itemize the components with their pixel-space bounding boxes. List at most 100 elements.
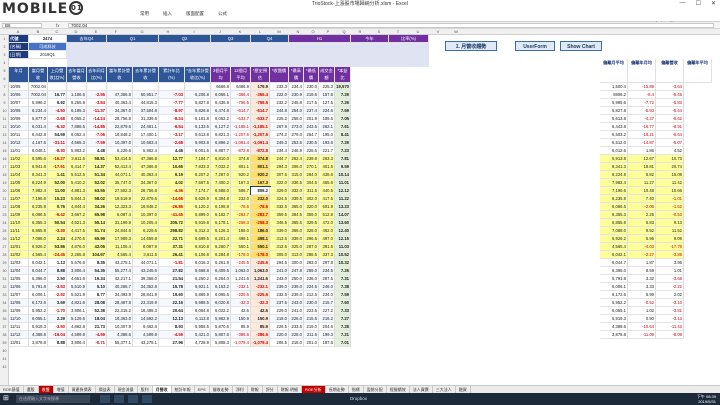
table-cell[interactable]: 6,052.2	[211, 115, 231, 123]
table-cell[interactable]: 230.5	[304, 139, 319, 147]
table-cell[interactable]: 195.0	[319, 131, 335, 139]
table-cell[interactable]: 236.0	[304, 275, 319, 283]
table-cell[interactable]: 5,870.6	[211, 323, 231, 331]
right-table-cell[interactable]: 11.42	[656, 179, 684, 187]
table-cell[interactable]: -2.68	[48, 115, 67, 123]
table-cell[interactable]: -258.3	[251, 219, 270, 227]
row-number[interactable]: 20	[0, 187, 9, 195]
table-cell[interactable]: -366.4	[251, 91, 270, 99]
sheet-tab[interactable]: 三大法人	[433, 386, 456, 393]
right-table-cell[interactable]: 8,341.3	[600, 163, 628, 171]
table-cell[interactable]: 253.5	[289, 139, 304, 147]
table-cell[interactable]: 6,042.1	[29, 259, 48, 267]
row-number[interactable]: 2	[0, 43, 9, 51]
table-cell[interactable]: 6,626.9	[185, 195, 211, 203]
table-cell[interactable]: -245.6	[231, 259, 251, 267]
table-cell[interactable]: 215.7	[319, 299, 335, 307]
table-cell[interactable]: 8.35	[87, 259, 107, 267]
table-cell[interactable]: 11/09	[9, 211, 29, 219]
table-cell[interactable]: 42.05	[87, 243, 107, 251]
table-cell[interactable]: -1,207.6	[251, 131, 270, 139]
table-cell[interactable]: 8,087.9	[133, 243, 159, 251]
table-cell[interactable]: 223.5	[304, 307, 319, 315]
sheet-tab[interactable]: 評分	[263, 386, 278, 393]
minimize-icon[interactable]: —	[680, 0, 686, 7]
table-cell[interactable]: 7,833.3	[185, 163, 211, 171]
table-cell[interactable]: 438.6	[319, 171, 335, 179]
right-table-cell[interactable]: -3.10	[656, 299, 684, 307]
right-table-cell[interactable]: 6.83	[628, 219, 656, 227]
table-cell[interactable]: 7.28	[335, 323, 351, 331]
table-cell[interactable]: 254.7	[304, 131, 319, 139]
right-table-cell[interactable]: 6,855.9	[600, 219, 628, 227]
table-cell[interactable]: 10,307.9	[107, 323, 133, 331]
table-cell[interactable]: 287.5	[319, 275, 335, 283]
table-cell[interactable]: 6,048.1	[29, 147, 48, 155]
table-cell[interactable]: 5,510.9	[67, 283, 87, 291]
table-cell[interactable]: 6,181.8	[185, 115, 211, 123]
table-cell[interactable]: -1,185.1	[231, 123, 251, 131]
table-cell[interactable]	[185, 83, 211, 91]
table-cell[interactable]: 4,599.8	[67, 331, 87, 339]
table-cell[interactable]: 4,388.6	[107, 331, 133, 339]
table-cell[interactable]: 243.0	[289, 299, 304, 307]
table-cell[interactable]: 186.0	[251, 227, 270, 235]
row-number[interactable]: 24	[0, 219, 9, 227]
right-table-cell[interactable]: 5,952.2	[600, 299, 628, 307]
table-cell[interactable]: 19.34	[87, 275, 107, 283]
table-cell[interactable]: 211.5	[304, 331, 319, 339]
right-table-cell[interactable]: 10.73	[656, 155, 684, 163]
table-cell[interactable]: 11/03	[9, 163, 29, 171]
right-table-cell[interactable]: 1.01	[656, 267, 684, 275]
table-cell[interactable]: 6,182.7	[211, 211, 231, 219]
table-cell[interactable]: 6,229.6	[133, 227, 159, 235]
right-table-cell[interactable]: 9.09	[656, 235, 684, 243]
table-cell[interactable]: 12/12	[9, 331, 29, 339]
table-cell[interactable]: 6,201.4	[211, 235, 231, 243]
table-cell[interactable]: 6,234.4	[29, 107, 48, 115]
table-cell[interactable]: 6,055.1	[29, 315, 48, 323]
table-cell[interactable]: 283.0	[304, 259, 319, 267]
table-cell[interactable]: 7,174.7	[185, 187, 211, 195]
table-cell[interactable]: 5,919.3	[29, 323, 48, 331]
table-cell[interactable]: 6,006.1	[29, 291, 48, 299]
table-cell[interactable]: 8.77	[87, 291, 107, 299]
table-cell[interactable]: 6,941.8	[29, 163, 48, 171]
table-cell[interactable]: 167.3	[231, 179, 251, 187]
table-cell[interactable]: 31,339.6	[133, 115, 159, 123]
table-cell[interactable]: 216.2	[319, 315, 335, 323]
table-cell[interactable]: -7.03	[159, 91, 185, 99]
table-cell[interactable]: 498.1	[231, 235, 251, 243]
table-cell[interactable]: 7,888.5	[67, 123, 87, 131]
table-cell[interactable]: 274.2	[270, 131, 289, 139]
table-cell[interactable]: -7.59	[87, 139, 107, 147]
table-cell[interactable]: 17,989.3	[107, 235, 133, 243]
table-cell[interactable]: 6,810.8	[185, 243, 211, 251]
table-cell[interactable]: 5,791.8	[29, 283, 48, 291]
table-cell[interactable]: 179.9	[251, 83, 270, 91]
right-table-cell[interactable]: 6,355.3	[600, 211, 628, 219]
right-table-cell[interactable]: 6,086.5	[600, 203, 628, 211]
table-cell[interactable]: 13.60	[335, 219, 351, 227]
table-cell[interactable]: 1,063.0	[231, 267, 251, 275]
sheet-tab[interactable]: 資產負債表	[69, 386, 96, 393]
table-cell[interactable]: 219.6	[304, 91, 319, 99]
table-cell[interactable]: -1,091.4	[231, 139, 251, 147]
table-cell[interactable]: -258.3	[231, 219, 251, 227]
table-cell[interactable]: -614.7	[231, 107, 251, 115]
right-table-cell[interactable]: -4.03	[628, 243, 656, 251]
table-cell[interactable]: 497.0	[319, 235, 335, 243]
table-cell[interactable]: 8,341.3	[29, 171, 48, 179]
table-cell[interactable]: 10/08	[9, 107, 29, 115]
sheet-tab[interactable]: EPS	[195, 386, 210, 393]
table-cell[interactable]: 8,224.9	[29, 179, 48, 187]
right-table-cell[interactable]: 7,982.4	[600, 179, 628, 187]
table-cell[interactable]: 306.0	[289, 163, 304, 171]
table-cell[interactable]: 5,521.9	[67, 291, 87, 299]
table-cell[interactable]: 6,113.8	[185, 315, 211, 323]
table-cell[interactable]: 44,071.1	[133, 259, 159, 267]
row-number[interactable]: 25	[0, 227, 9, 235]
table-cell[interactable]: 6,031.4	[29, 123, 48, 131]
table-cell[interactable]: 10/07	[9, 99, 29, 107]
table-cell[interactable]: 6,436.9	[211, 99, 231, 107]
